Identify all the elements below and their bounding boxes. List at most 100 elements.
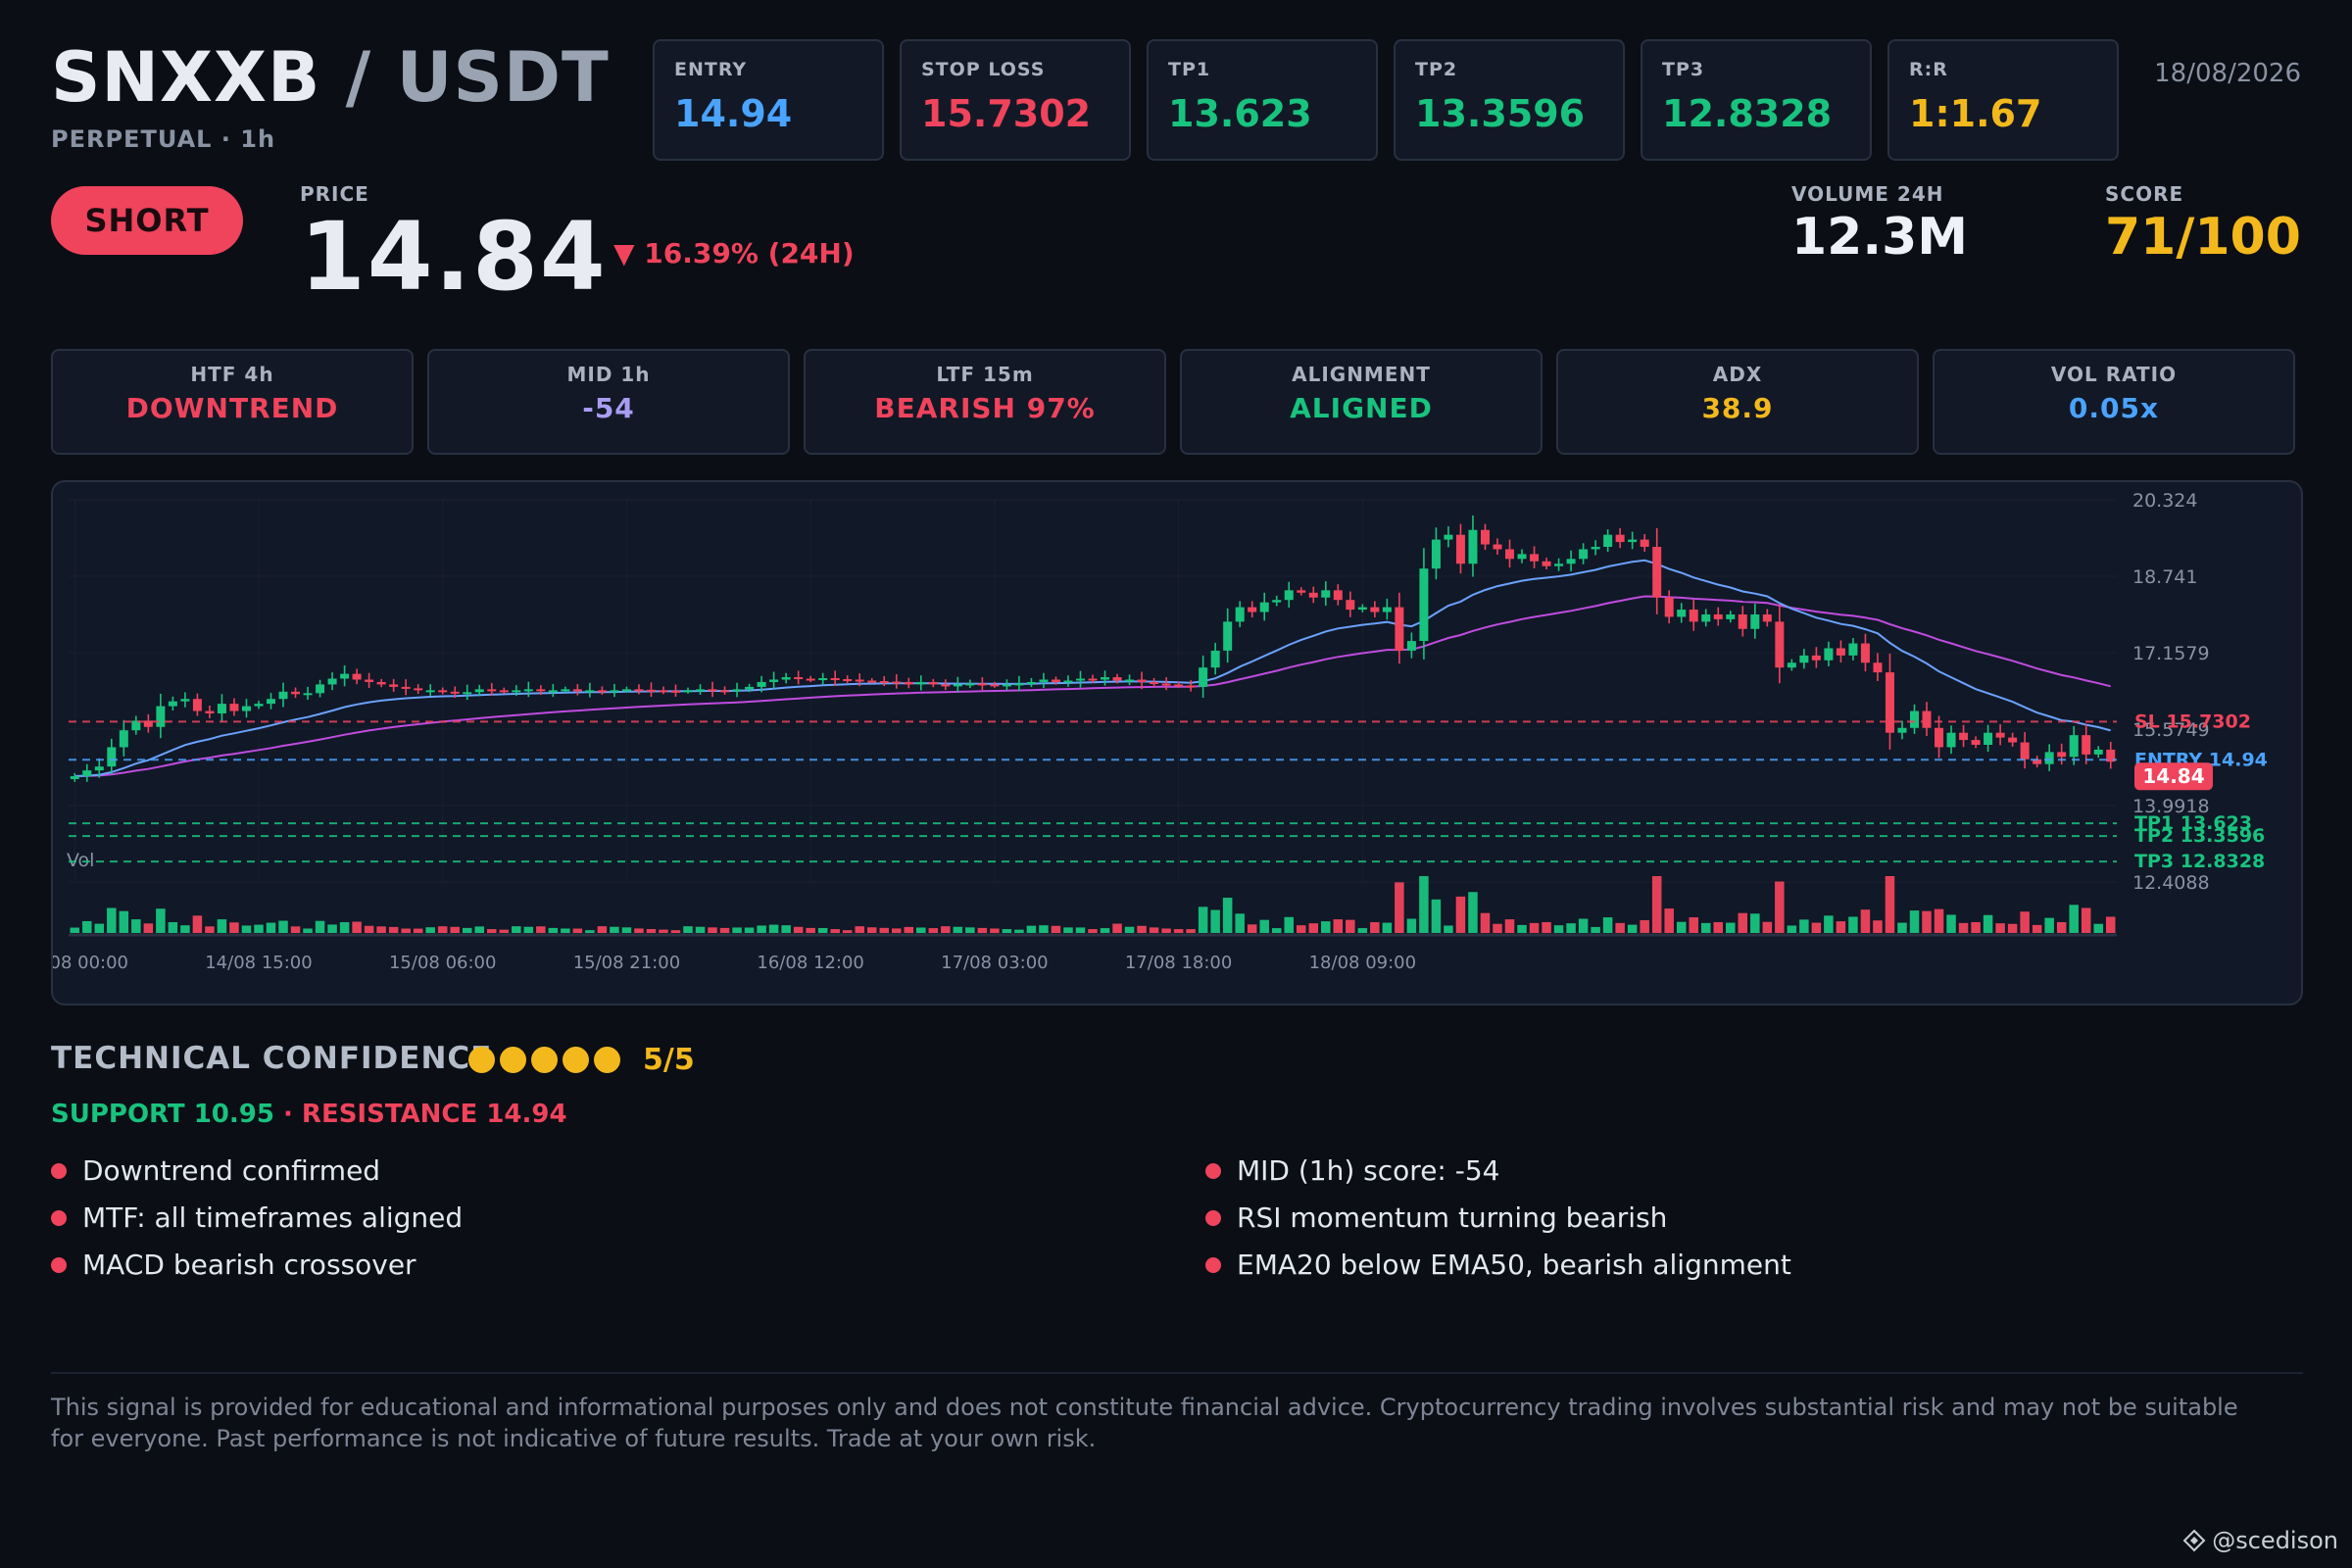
candle-body — [696, 689, 706, 692]
confidence-dot — [563, 1047, 589, 1073]
candle-body — [1174, 684, 1184, 687]
confidence-dot — [594, 1047, 620, 1073]
volume-bar — [1578, 918, 1589, 933]
volume-bar — [1651, 876, 1662, 933]
diamond-logo-icon — [2182, 1529, 2206, 1552]
volume-bar — [1848, 916, 1858, 933]
bullet-icon — [51, 1162, 67, 1179]
volume-bar — [1259, 919, 1269, 933]
volume-bar — [1946, 914, 1956, 933]
reason-text: MACD bearish crossover — [82, 1249, 416, 1281]
candle-body — [474, 689, 484, 693]
volume-bar — [119, 910, 129, 933]
volume-bar — [646, 928, 657, 933]
candle-body — [1493, 544, 1502, 550]
candle-body — [1603, 534, 1613, 547]
x-tick-label: 17/08 03:00 — [941, 953, 1048, 973]
candle-body — [1615, 534, 1625, 543]
volume-bar — [303, 928, 313, 933]
candle-body — [1272, 600, 1282, 603]
candle-body — [168, 701, 177, 707]
candle-body — [2044, 752, 2054, 764]
vol-ratio-label: VOL RATIO — [2050, 363, 2178, 386]
alignment-card: ALIGNMENT ALIGNED — [1180, 349, 1543, 455]
volume-bar — [1922, 910, 1932, 933]
candle-body — [450, 691, 460, 694]
confidence-title: TECHNICAL CONFIDENCE — [51, 1041, 493, 1076]
volume-bar — [941, 926, 951, 933]
volume-bar — [892, 928, 902, 933]
candle-body — [241, 706, 251, 711]
volume-bar — [1799, 919, 1809, 933]
tp1-box: TP1 13.623 — [1147, 39, 1378, 161]
candle-body — [1150, 681, 1159, 684]
candle-body — [1395, 607, 1404, 651]
candle-body — [1297, 590, 1306, 593]
volume-bar — [621, 927, 632, 933]
volume-bar — [315, 920, 325, 933]
candle-body — [523, 689, 533, 692]
volume-bar — [352, 921, 362, 933]
risk-reward-box: R:R 1:1.67 — [1887, 39, 2119, 161]
candle-body — [278, 691, 288, 700]
candle-body — [1259, 602, 1269, 612]
volume-bar — [879, 927, 890, 933]
quote-asset: USDT — [396, 37, 610, 118]
candle-body — [670, 690, 680, 693]
volume-bar — [474, 926, 485, 933]
candle-body — [487, 689, 497, 692]
volume-bar — [131, 919, 141, 933]
volume-bar — [1247, 924, 1257, 933]
mid-label: MID 1h — [566, 363, 651, 386]
volume-bar — [1210, 909, 1220, 933]
candle-body — [1308, 592, 1318, 598]
volume-bar — [757, 925, 766, 933]
candle-body — [1640, 539, 1649, 547]
candle-body — [1860, 643, 1870, 663]
volume-bar — [339, 921, 350, 933]
htf-label: HTF 4h — [190, 363, 274, 386]
stop-loss-label: STOP LOSS — [921, 59, 1046, 80]
candle-body — [1505, 549, 1515, 560]
volume-bar — [1689, 917, 1698, 933]
volume-bar — [1088, 929, 1098, 933]
volume-bar — [1063, 927, 1073, 933]
volume-bar — [1321, 921, 1331, 933]
candle-body — [107, 747, 117, 767]
reason-item: Downtrend confirmed — [51, 1154, 380, 1187]
candle-body — [757, 681, 766, 687]
volume-bar — [327, 924, 337, 933]
candle-body — [1824, 648, 1834, 661]
volume-bar — [1370, 921, 1380, 933]
candle-body — [1995, 732, 2005, 738]
volume-bar — [2105, 916, 2116, 933]
candle-body — [1713, 613, 1723, 619]
volume-bar — [388, 926, 399, 933]
tp1-value: 13.623 — [1168, 92, 1312, 135]
volume-bar — [1357, 928, 1368, 933]
confidence-dot — [500, 1047, 526, 1073]
tp2-value: 13.3596 — [1415, 92, 1586, 135]
risk-reward-value: 1:1.67 — [1909, 92, 2042, 135]
candle-body — [1480, 529, 1490, 545]
volume-bar — [928, 928, 939, 933]
candle-body — [1677, 610, 1687, 617]
volume-bar — [1271, 928, 1282, 933]
x-tick-label: 16/08 12:00 — [757, 953, 863, 973]
volume-bar — [266, 922, 276, 933]
vol-ratio-value: 0.05x — [2068, 392, 2160, 424]
volume-bar — [1100, 928, 1110, 933]
candle-body — [830, 678, 840, 681]
volume-bar — [768, 924, 779, 933]
candle-body — [217, 704, 226, 713]
volume-bar — [708, 927, 717, 933]
volume-bar — [1395, 882, 1404, 933]
volume-bar — [254, 924, 264, 933]
candle-body — [438, 690, 448, 693]
reason-item: MID (1h) score: -54 — [1205, 1154, 1500, 1187]
volume-bar — [1958, 922, 1969, 933]
volume-bar — [2032, 924, 2042, 933]
ema20-line — [74, 559, 2111, 777]
volume-bar — [1971, 921, 1981, 933]
candle-body — [1088, 678, 1098, 681]
